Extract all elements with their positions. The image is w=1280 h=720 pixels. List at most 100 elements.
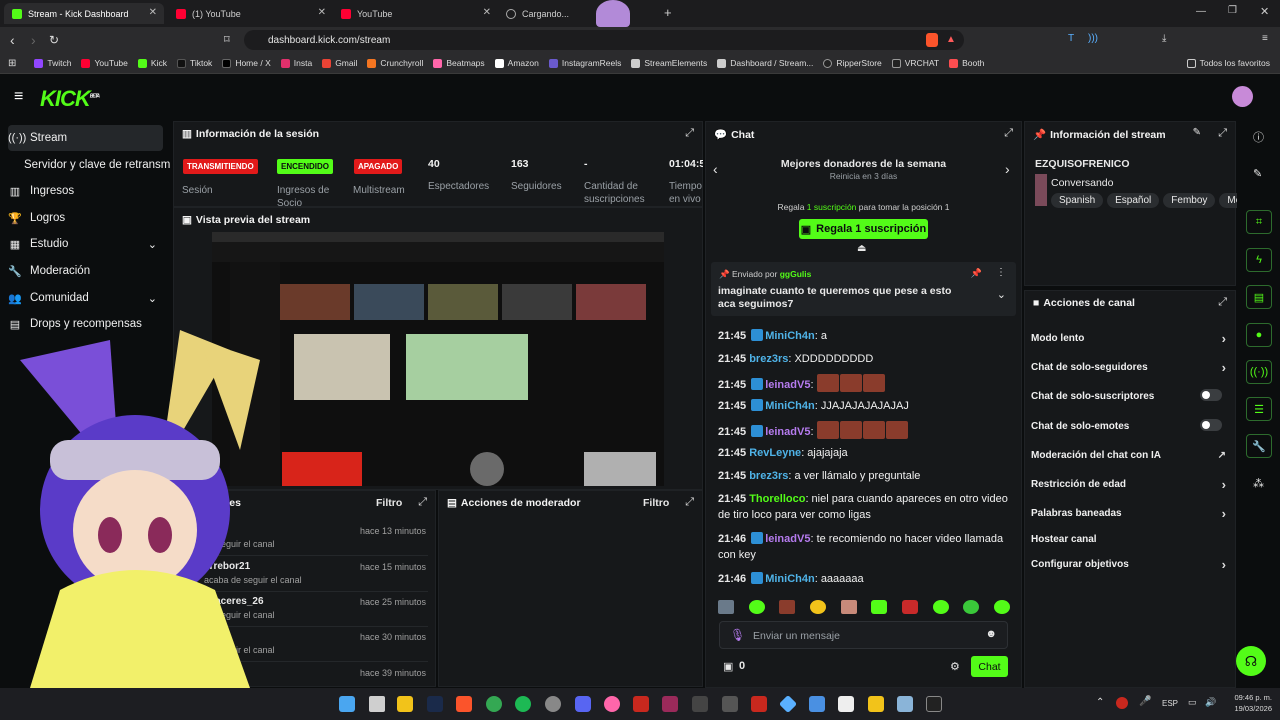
- download-icon[interactable]: ⤓: [1162, 33, 1166, 44]
- file-explorer-icon[interactable]: [397, 696, 413, 712]
- quick-action-clip[interactable]: ⌗: [1246, 210, 1272, 234]
- steam-icon[interactable]: [427, 696, 443, 712]
- filter-button[interactable]: Filtro: [643, 497, 669, 509]
- bookmark-kick[interactable]: Kick: [137, 58, 167, 68]
- sidebar-item-moderacion[interactable]: 🔧 Moderación: [8, 258, 163, 284]
- bookmark-ripperstore[interactable]: RipperStore: [823, 58, 882, 68]
- quick-action-notes[interactable]: ▤: [1246, 285, 1272, 309]
- tab-loading[interactable]: Cargando...: [498, 3, 658, 24]
- emote-icon[interactable]: [779, 600, 796, 614]
- quick-action-broadcast[interactable]: ((·)): [1246, 360, 1272, 384]
- bookmark-instagramreels[interactable]: InstagramReels: [548, 58, 621, 68]
- youtube-app-icon[interactable]: [633, 696, 649, 712]
- bookmark-insta[interactable]: Insta: [280, 58, 312, 68]
- sidebar-item-estudio[interactable]: ▦ Estudio ⌄: [8, 231, 163, 257]
- app-icon[interactable]: [662, 696, 678, 712]
- close-tab-icon[interactable]: ✕: [318, 7, 326, 18]
- vrchat-icon[interactable]: [897, 696, 913, 712]
- emote-icon[interactable]: [901, 600, 918, 614]
- discord-icon[interactable]: [575, 696, 591, 712]
- action-slow-mode[interactable]: Modo lento ›: [1031, 331, 1226, 346]
- action-host-channel[interactable]: Hostear canal: [1031, 534, 1226, 545]
- quick-action-wrench[interactable]: 🔧: [1246, 434, 1272, 458]
- quick-action-lightning[interactable]: ϟ: [1246, 248, 1272, 272]
- expand-icon[interactable]: ⤢: [1004, 127, 1013, 140]
- tag[interactable]: Mé: [1219, 193, 1237, 208]
- emote-icon[interactable]: [993, 600, 1010, 614]
- settings-gear-icon[interactable]: ⚙: [950, 660, 960, 673]
- microphone-icon[interactable]: 🎙: [730, 628, 745, 642]
- menu-icon[interactable]: ≡: [1262, 33, 1268, 44]
- emote-icon[interactable]: [932, 600, 949, 614]
- avatar[interactable]: [1232, 86, 1253, 107]
- send-chat-button[interactable]: Chat: [971, 656, 1008, 677]
- emote-icon[interactable]: [718, 600, 734, 614]
- action-banned-words[interactable]: Palabras baneadas ›: [1031, 506, 1226, 521]
- action-ai-moderation[interactable]: Moderación del chat con IA ↗: [1031, 450, 1226, 461]
- chat-username[interactable]: MiniCh4n: [765, 330, 815, 342]
- bookmark-vrchat[interactable]: VRCHAT: [891, 58, 939, 68]
- app-icon[interactable]: [692, 696, 708, 712]
- bookmark-tiktok[interactable]: Tiktok: [176, 58, 212, 68]
- app-icon[interactable]: [809, 696, 825, 712]
- network-icon[interactable]: ▭: [1188, 697, 1197, 708]
- collapse-icon[interactable]: ⏏: [857, 243, 866, 254]
- filter-button[interactable]: Filtro: [376, 497, 402, 509]
- gift-subscription-button[interactable]: ▣ Regala 1 suscripción: [799, 219, 928, 239]
- apps-icon[interactable]: ⁂: [1253, 477, 1264, 490]
- chat-username[interactable]: RevLeyne: [749, 447, 801, 459]
- volume-icon[interactable]: 🔊: [1205, 697, 1216, 708]
- emotes-only-toggle[interactable]: [1200, 419, 1222, 431]
- task-view-icon[interactable]: [369, 696, 385, 712]
- spotify-icon[interactable]: [515, 696, 531, 712]
- app-icon[interactable]: [778, 694, 798, 714]
- minimize-icon[interactable]: —: [1196, 6, 1206, 17]
- support-button[interactable]: ☊: [1236, 646, 1266, 676]
- chrome-icon[interactable]: [486, 696, 502, 712]
- language-indicator[interactable]: ESP: [1162, 699, 1178, 708]
- expand-icon[interactable]: ⤢: [685, 496, 694, 509]
- sidebar-item-logros[interactable]: 🏆 Logros: [8, 205, 163, 231]
- new-tab-icon[interactable]: +: [664, 5, 672, 20]
- edit-pencil-icon[interactable]: ✎: [1253, 167, 1262, 180]
- expand-icon[interactable]: ⤢: [685, 127, 694, 140]
- clock-time[interactable]: 09:46 p. m.: [1226, 693, 1272, 702]
- chevron-left-icon[interactable]: ‹: [713, 161, 718, 177]
- chevron-right-icon[interactable]: ›: [1005, 161, 1010, 177]
- expand-icon[interactable]: ⤢: [418, 496, 427, 509]
- all-favorites[interactable]: Todos los favoritos: [1186, 58, 1270, 68]
- kick-logo[interactable]: KICKBETA: [40, 86, 100, 112]
- tray-app-icon[interactable]: [1116, 697, 1128, 709]
- windows-start-icon[interactable]: [339, 696, 355, 712]
- bookmark-icon[interactable]: ⌑: [224, 33, 230, 46]
- more-options-icon[interactable]: ⋮: [996, 267, 1006, 278]
- expand-icon[interactable]: ⤢: [1218, 127, 1227, 140]
- bookmark-streamelements[interactable]: StreamElements: [631, 58, 707, 68]
- close-tab-icon[interactable]: ✕: [483, 7, 491, 18]
- reload-icon[interactable]: ↻: [49, 33, 59, 47]
- action-configure-goals[interactable]: Configurar objetivos ›: [1031, 557, 1226, 572]
- tray-mic-icon[interactable]: 🎤: [1139, 696, 1151, 707]
- sidebar-item-ingresos[interactable]: ▥ Ingresos: [8, 178, 163, 204]
- sidebar-item-server-key[interactable]: Servidor y clave de retransm: [24, 152, 174, 178]
- forward-icon[interactable]: ›: [31, 32, 36, 48]
- chat-username[interactable]: leinadV5: [765, 379, 810, 391]
- keyboard-icon[interactable]: [722, 696, 738, 712]
- emoji-icon[interactable]: ☻: [985, 628, 997, 640]
- quick-action-chat[interactable]: ●: [1246, 323, 1272, 347]
- close-window-icon[interactable]: ✕: [1260, 5, 1269, 18]
- audio-extension-icon[interactable]: ))): [1088, 33, 1098, 44]
- tray-chevron-up-icon[interactable]: ⌃: [1096, 697, 1104, 708]
- chevron-down-icon[interactable]: ⌄: [997, 288, 1006, 301]
- rewards-icon[interactable]: ▲: [946, 34, 956, 45]
- bookmark-amazon[interactable]: Amazon: [494, 58, 539, 68]
- tag[interactable]: Femboy: [1163, 193, 1216, 208]
- brave-shield-icon[interactable]: [926, 33, 938, 47]
- info-icon[interactable]: ⓘ: [1253, 129, 1264, 145]
- folder-icon[interactable]: [868, 696, 884, 712]
- osu-icon[interactable]: [604, 696, 620, 712]
- github-icon[interactable]: [545, 696, 561, 712]
- action-age-restriction[interactable]: Restricción de edad ›: [1031, 477, 1226, 492]
- chat-username[interactable]: brez3rs: [749, 470, 788, 482]
- clock-date[interactable]: 19/03/2026: [1226, 704, 1272, 713]
